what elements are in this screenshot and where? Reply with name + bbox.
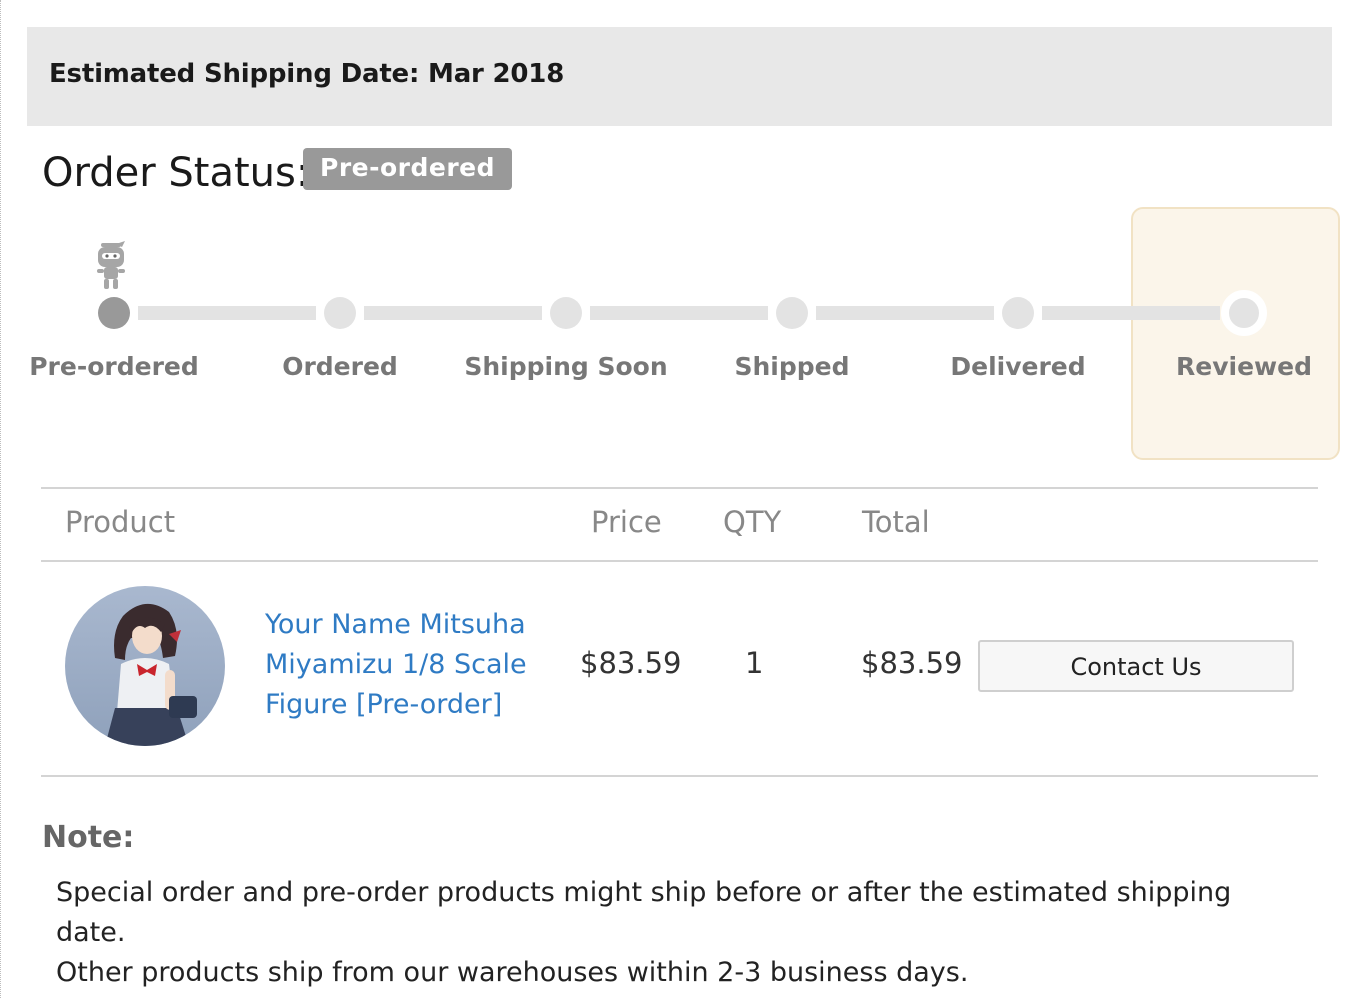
step-label-ordered: Ordered: [282, 352, 398, 381]
progress-track-segment: [1042, 306, 1220, 320]
note-title: Note:: [42, 820, 135, 855]
estimated-shipping-text: Estimated Shipping Date: Mar 2018: [49, 59, 565, 89]
column-header-price: Price: [591, 505, 662, 539]
product-name-link[interactable]: Your Name Mitsuha Miyamizu 1/8 Scale Fig…: [265, 605, 545, 725]
page-left-border: [0, 0, 2, 998]
step-dot-shipping-soon: [550, 297, 582, 329]
order-status-label: Order Status:: [42, 150, 310, 196]
contact-us-button[interactable]: Contact Us: [978, 640, 1294, 692]
step-label-pre-ordered: Pre-ordered: [29, 352, 199, 381]
step-dot-reviewed: [1221, 290, 1267, 336]
note-body: Special order and pre-order products mig…: [56, 873, 1306, 993]
product-price: $83.59: [580, 646, 682, 680]
table-bottom-divider: [41, 775, 1318, 777]
step-label-delivered: Delivered: [950, 352, 1086, 381]
step-dot-pre-ordered: [98, 297, 130, 329]
progress-track-segment: [590, 306, 768, 320]
progress-track-segment: [816, 306, 994, 320]
step-label-shipping-soon: Shipping Soon: [464, 352, 668, 381]
progress-track-segment: [138, 306, 316, 320]
progress-track-segment: [364, 306, 542, 320]
note-line-1: Special order and pre-order products mig…: [56, 877, 1232, 948]
product-qty: 1: [745, 646, 764, 680]
column-header-qty: QTY: [723, 505, 782, 539]
column-header-product: Product: [65, 505, 176, 539]
product-thumbnail[interactable]: [65, 586, 225, 746]
table-top-divider: [41, 487, 1318, 489]
step-dot-shipped: [776, 297, 808, 329]
table-header-divider: [41, 560, 1318, 562]
status-badge: Pre-ordered: [303, 148, 513, 190]
ninja-mascot-icon: [97, 241, 125, 289]
step-label-shipped: Shipped: [734, 352, 850, 381]
step-dot-ordered: [324, 297, 356, 329]
product-total: $83.59: [861, 646, 963, 680]
step-label-reviewed: Reviewed: [1176, 352, 1312, 381]
note-line-2: Other products ship from our warehouses …: [56, 957, 969, 988]
step-dot-delivered: [1002, 297, 1034, 329]
column-header-total: Total: [862, 505, 930, 539]
shipping-date-banner: Estimated Shipping Date: Mar 2018: [27, 27, 1332, 126]
